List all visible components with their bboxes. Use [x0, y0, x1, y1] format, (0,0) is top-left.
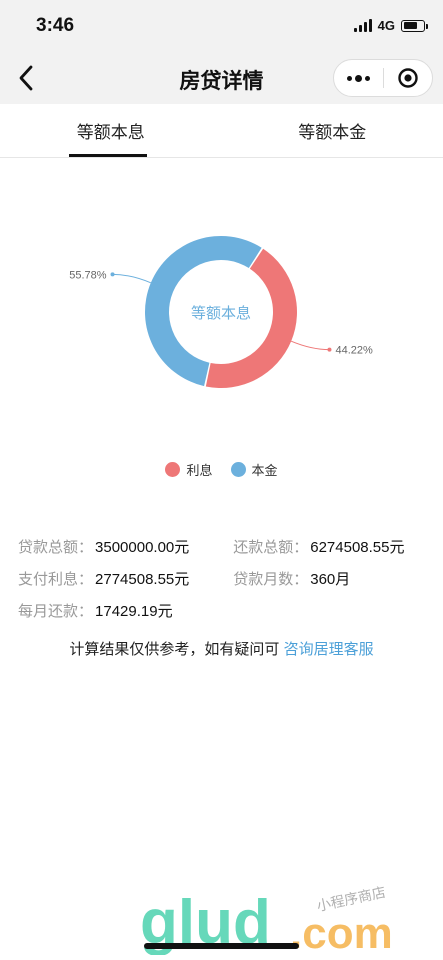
- info-row: 支付利息： 2774508.55元 贷款月数： 360月: [18, 562, 428, 594]
- repay-total-label: 还款总额：: [233, 538, 309, 556]
- interest-value: 2774508.55元: [95, 570, 190, 588]
- legend-label: 本金: [251, 463, 278, 478]
- tab-label: 等额本息: [76, 123, 145, 142]
- monthly-value: 17429.19元: [95, 602, 173, 620]
- legend-item-principal[interactable]: 本金: [230, 460, 278, 479]
- disclaimer-text: 计算结果仅供参考，如有疑问可: [69, 641, 284, 658]
- donut-chart: 44.22% 55.78% 等额本息: [69, 236, 373, 388]
- home-indicator: [144, 943, 299, 949]
- interest-label: 支付利息：: [18, 570, 94, 588]
- status-time: 3:46: [36, 15, 75, 36]
- more-icon: [347, 75, 352, 81]
- signal-icon: [353, 19, 372, 32]
- mini-program-capsule: [333, 59, 433, 97]
- loan-info: 贷款总额： 3500000.00元 还款总额： 6274508.55元 支付利息…: [18, 530, 428, 626]
- leader-line: [112, 273, 152, 284]
- legend-label: 利息: [186, 463, 213, 478]
- status-icons: 4G: [353, 18, 428, 33]
- legend-dot-interest: [165, 462, 181, 477]
- tab-equal-principal[interactable]: 等额本金: [222, 104, 443, 157]
- months-value: 360月: [310, 570, 351, 588]
- tab-equal-installment[interactable]: 等额本息: [0, 104, 222, 157]
- loan-total-value: 3500000.00元: [95, 538, 190, 556]
- leader-dot: [327, 347, 332, 352]
- chart-legend: 利息 本金: [0, 460, 443, 479]
- slice-percent-label: 55.78%: [69, 269, 107, 281]
- leader-dot: [110, 272, 115, 277]
- customer-service-link[interactable]: 咨询居理客服: [284, 641, 374, 658]
- chart-center-label: 等额本息: [191, 304, 251, 322]
- info-row: 每月还款： 17429.19元: [18, 594, 428, 626]
- status-bar: 3:46 4G: [0, 0, 443, 52]
- tab-bar: 等额本息 等额本金: [0, 104, 443, 158]
- nav-bar: 房贷详情: [0, 52, 443, 104]
- months-label: 贷款月数：: [233, 570, 309, 588]
- info-row: 贷款总额： 3500000.00元 还款总额： 6274508.55元: [18, 530, 428, 562]
- target-close-icon: [398, 68, 418, 88]
- svg-text:.com: .com: [290, 909, 393, 955]
- monthly-label: 每月还款：: [18, 602, 94, 620]
- active-tab-indicator: [69, 154, 147, 157]
- network-type: 4G: [377, 18, 395, 33]
- close-button[interactable]: [384, 60, 432, 96]
- legend-dot-principal: [230, 462, 246, 477]
- repay-total-value: 6274508.55元: [310, 538, 405, 556]
- disclaimer-note: 计算结果仅供参考，如有疑问可 咨询居理客服: [0, 638, 443, 659]
- tab-label: 等额本金: [298, 123, 367, 142]
- more-button[interactable]: [334, 60, 383, 96]
- loan-total-label: 贷款总额：: [18, 538, 94, 556]
- legend-item-interest[interactable]: 利息: [165, 460, 213, 479]
- battery-icon: [401, 19, 428, 32]
- slice-percent-label: 44.22%: [335, 345, 373, 357]
- leader-line: [290, 340, 330, 351]
